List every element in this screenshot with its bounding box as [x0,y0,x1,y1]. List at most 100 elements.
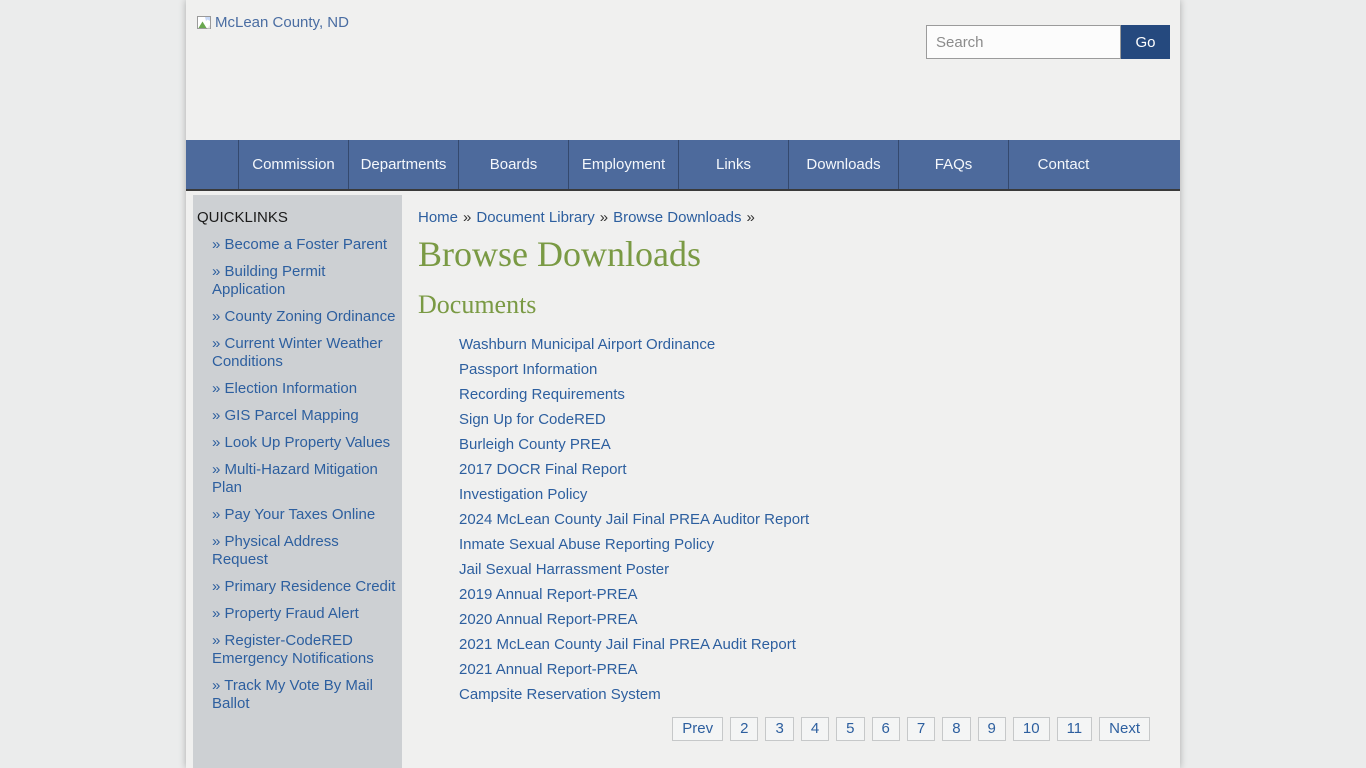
quicklink-bullet-icon: » [212,677,220,694]
document-link[interactable]: 2021 McLean County Jail Final PREA Audit… [459,636,796,653]
search-go-button[interactable]: Go [1121,25,1170,59]
quicklink-bullet-icon: » [212,434,220,451]
document-link[interactable]: Washburn Municipal Airport Ordinance [459,336,715,353]
pagination-button[interactable]: 10 [1013,717,1050,741]
nav-tab[interactable]: Contact [1008,140,1118,189]
quicklink-item[interactable]: » Become a Foster Parent [197,236,396,254]
quicklink-item[interactable]: » Election Information [197,380,396,398]
breadcrumb-separator: » [600,209,608,226]
quicklink-item[interactable]: » Physical Address Request [197,533,396,569]
document-link[interactable]: Inmate Sexual Abuse Reporting Policy [459,536,714,553]
pagination-button[interactable]: 7 [907,717,935,741]
document-link[interactable]: 2019 Annual Report-PREA [459,586,637,603]
document-link[interactable]: Recording Requirements [459,386,625,403]
nav-tab[interactable]: Links [678,140,788,189]
quicklinks-panel: QUICKLINKS » Become a Foster Parent » Bu… [193,195,402,768]
breadcrumb-separator: » [463,209,471,226]
quicklink-bullet-icon: » [212,578,220,595]
quicklink-bullet-icon: » [212,506,220,523]
broken-image-icon [197,16,212,30]
site-header: McLean County, ND Go [186,0,1180,140]
pagination-button[interactable]: Next [1099,717,1150,741]
nav-tab[interactable]: Employment [568,140,678,189]
document-link[interactable]: Campsite Reservation System [459,686,661,703]
breadcrumb: Home»Document Library»Browse Downloads» [418,209,1150,227]
quicklink-item[interactable]: » Building Permit Application [197,263,396,299]
document-list-item: Burleigh County PREA [459,432,1150,457]
pagination-button[interactable]: 2 [730,717,758,741]
document-link[interactable]: Passport Information [459,361,597,378]
quicklink-label[interactable]: Track My Vote By Mail Ballot [212,677,373,712]
breadcrumb-link[interactable]: Home [418,209,458,226]
document-list-item: 2024 McLean County Jail Final PREA Audit… [459,507,1150,532]
quicklinks-title: QUICKLINKS [197,209,396,226]
quicklink-item[interactable]: » Look Up Property Values [197,434,396,452]
quicklink-item[interactable]: » Track My Vote By Mail Ballot [197,677,396,713]
document-list-item: 2020 Annual Report-PREA [459,607,1150,632]
site-logo-text: McLean County, ND [215,14,349,31]
quicklink-label[interactable]: Look Up Property Values [225,434,391,451]
document-list-item: 2019 Annual Report-PREA [459,582,1150,607]
pagination-button[interactable]: 6 [872,717,900,741]
nav-tab[interactable]: Departments [348,140,458,189]
document-list-item: Campsite Reservation System [459,682,1150,707]
breadcrumb-link[interactable]: Browse Downloads [613,209,741,226]
quicklink-label[interactable]: Primary Residence Credit [225,578,396,595]
body-row: QUICKLINKS » Become a Foster Parent » Bu… [186,191,1180,768]
quicklink-item[interactable]: » County Zoning Ordinance [197,308,396,326]
quicklink-label[interactable]: GIS Parcel Mapping [225,407,359,424]
quicklink-label[interactable]: Pay Your Taxes Online [225,506,376,523]
quicklink-bullet-icon: » [212,380,220,397]
quicklink-item[interactable]: » Pay Your Taxes Online [197,506,396,524]
quicklink-item[interactable]: » Register-CodeRED Emergency Notificatio… [197,632,396,668]
quicklink-bullet-icon: » [212,632,220,649]
nav-tab[interactable]: Downloads [788,140,898,189]
document-list-item: 2017 DOCR Final Report [459,457,1150,482]
quicklink-label[interactable]: Election Information [225,380,358,397]
pagination-button[interactable]: 5 [836,717,864,741]
site-logo-link[interactable]: McLean County, ND [197,14,349,31]
document-link[interactable]: 2024 McLean County Jail Final PREA Audit… [459,511,809,528]
quicklink-bullet-icon: » [212,263,220,280]
pagination-button[interactable]: 8 [942,717,970,741]
document-list-item: 2021 Annual Report-PREA [459,657,1150,682]
nav-home-tab[interactable] [186,140,238,189]
quicklink-bullet-icon: » [212,308,220,325]
pagination-button[interactable]: 11 [1057,717,1093,741]
quicklink-item[interactable]: » Multi-Hazard Mitigation Plan [197,461,396,497]
document-link[interactable]: 2021 Annual Report-PREA [459,661,637,678]
quicklink-item[interactable]: » Primary Residence Credit [197,578,396,596]
quicklink-label[interactable]: Multi-Hazard Mitigation Plan [212,461,378,496]
quicklink-label[interactable]: Become a Foster Parent [225,236,388,253]
document-list-item: Passport Information [459,357,1150,382]
document-link[interactable]: Jail Sexual Harrassment Poster [459,561,669,578]
quicklink-label[interactable]: County Zoning Ordinance [225,308,396,325]
nav-tab[interactable]: FAQs [898,140,1008,189]
pagination-button[interactable]: Prev [672,717,723,741]
pagination-button[interactable]: 4 [801,717,829,741]
nav-tab[interactable]: Commission [238,140,348,189]
document-link[interactable]: 2017 DOCR Final Report [459,461,627,478]
quicklink-label[interactable]: Register-CodeRED Emergency Notifications [212,632,374,667]
document-link[interactable]: Sign Up for CodeRED [459,411,606,428]
quicklink-label[interactable]: Property Fraud Alert [225,605,359,622]
document-link[interactable]: Investigation Policy [459,486,587,503]
quicklink-item[interactable]: » GIS Parcel Mapping [197,407,396,425]
document-link[interactable]: Burleigh County PREA [459,436,611,453]
main-nav: Commission Departments Boards Employment… [186,140,1180,191]
document-link[interactable]: 2020 Annual Report-PREA [459,611,637,628]
document-list-item: 2021 McLean County Jail Final PREA Audit… [459,632,1150,657]
breadcrumb-link[interactable]: Document Library [476,209,594,226]
pagination-button[interactable]: 9 [978,717,1006,741]
document-list-item: Inmate Sexual Abuse Reporting Policy [459,532,1150,557]
page-title: Browse Downloads [418,235,1150,275]
search-input[interactable] [926,25,1121,59]
pagination-button[interactable]: 3 [765,717,793,741]
nav-tab[interactable]: Boards [458,140,568,189]
pagination: Prev 2 3 4 5 6 7 8 9 10 [418,717,1150,741]
quicklink-item[interactable]: » Current Winter Weather Conditions [197,335,396,371]
quicklink-label[interactable]: Physical Address Request [212,533,339,568]
quicklink-item[interactable]: » Property Fraud Alert [197,605,396,623]
quicklink-label[interactable]: Building Permit Application [212,263,325,298]
quicklink-label[interactable]: Current Winter Weather Conditions [212,335,383,370]
